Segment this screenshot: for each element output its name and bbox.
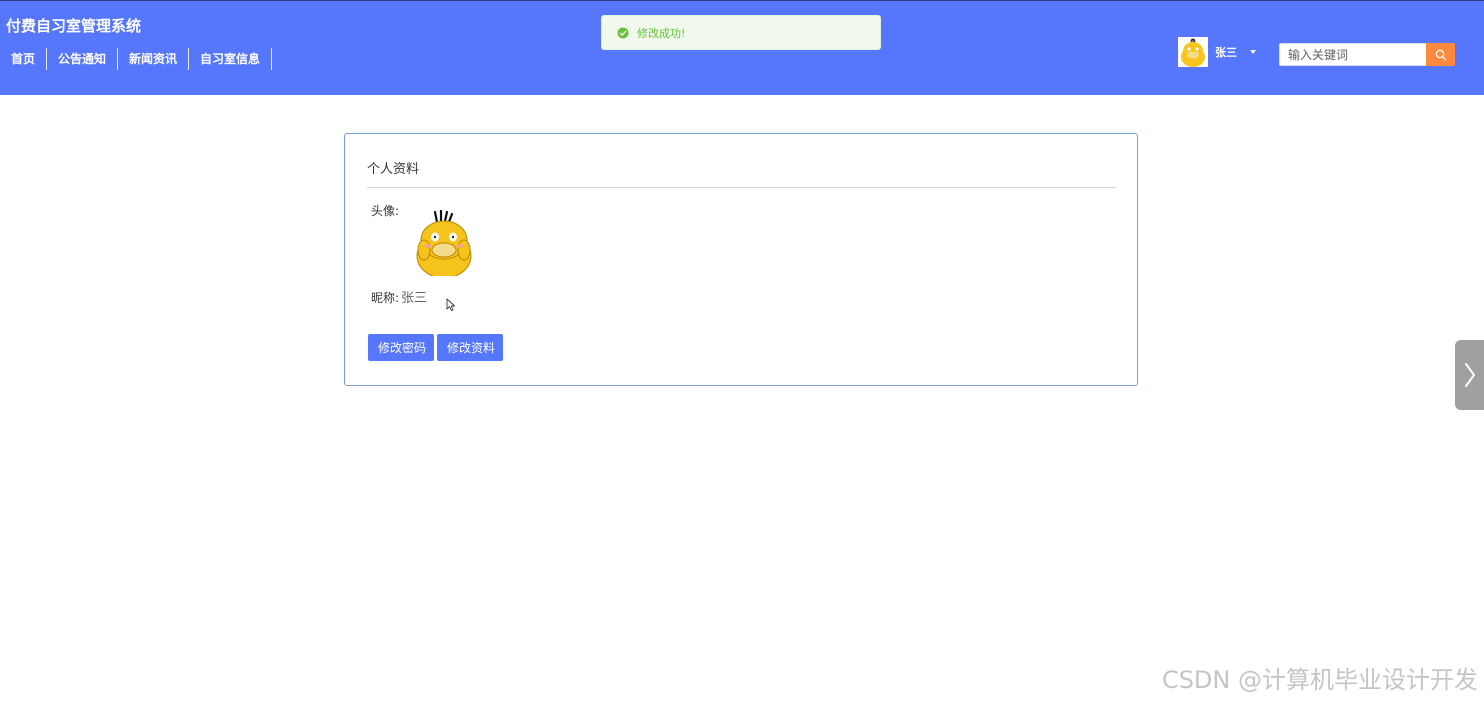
search-box (1279, 43, 1455, 66)
nickname-label: 昵称: (371, 291, 400, 305)
search-icon (1435, 49, 1446, 60)
change-password-button[interactable]: 修改密码 (368, 334, 434, 361)
mouse-cursor-icon (446, 298, 456, 312)
nav-item-news[interactable]: 新闻资讯 (118, 48, 190, 70)
check-circle-icon (617, 27, 629, 38)
search-input[interactable] (1279, 43, 1426, 66)
card-title: 个人资料 (367, 162, 420, 177)
nav-item-study-room-info[interactable]: 自习室信息 (189, 48, 273, 70)
side-panel-toggle[interactable] (1455, 340, 1484, 410)
chevron-right-icon (1464, 363, 1475, 387)
toast-message: 修改成功! (637, 26, 686, 40)
user-menu[interactable]: 张三 (1178, 37, 1256, 67)
nickname-row: 昵称: 张三 (371, 287, 427, 306)
nav-item-home[interactable]: 首页 (0, 48, 48, 70)
profile-avatar-image (416, 210, 472, 276)
edit-profile-button[interactable]: 修改资料 (437, 334, 503, 361)
user-name[interactable]: 张三 (1215, 44, 1237, 60)
site-title: 付费自习室管理系统 (6, 17, 142, 35)
caret-down-icon[interactable] (1250, 50, 1256, 54)
main-nav: 首页 公告通知 新闻资讯 自习室信息 (0, 48, 273, 70)
nav-item-announcements[interactable]: 公告通知 (47, 48, 119, 70)
divider (367, 187, 1116, 188)
nickname-value: 张三 (401, 291, 428, 306)
avatar-label: 头像: (371, 204, 400, 218)
user-avatar[interactable] (1178, 37, 1208, 67)
watermark: CSDN @计算机毕业设计开发 (1161, 666, 1478, 694)
profile-card: 个人资料 头像: 昵称: 张三 修改密码 修改资料 (344, 133, 1138, 386)
search-button[interactable] (1426, 43, 1455, 66)
success-toast: 修改成功! (601, 15, 881, 50)
